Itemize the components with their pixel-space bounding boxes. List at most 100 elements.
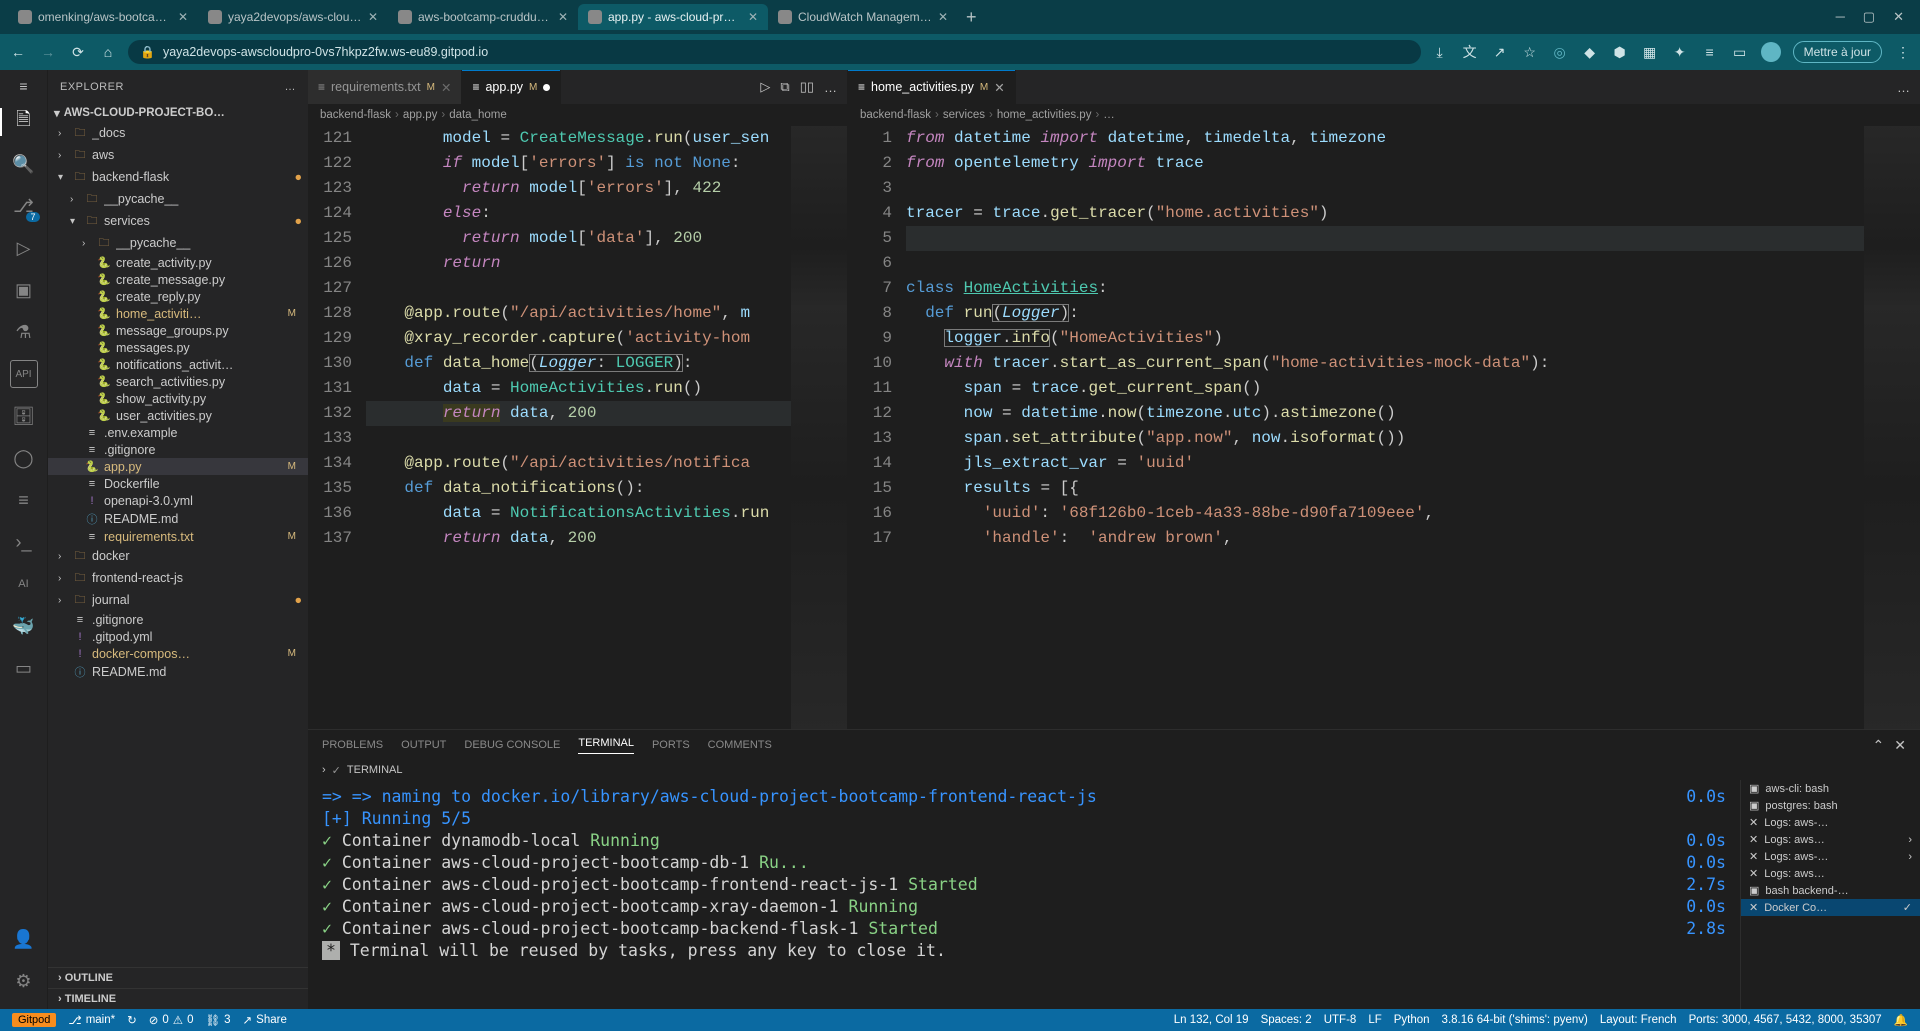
accounts-icon[interactable]: 👤 [10, 925, 38, 953]
reading-list-icon[interactable]: ≡ [1701, 44, 1719, 60]
close-icon[interactable]: ✕ [368, 10, 378, 24]
github-icon[interactable]: ◯ [10, 444, 38, 472]
file-item[interactable]: 🐍 notifications_activit… [48, 356, 308, 373]
panel-tab[interactable]: PORTS [652, 739, 690, 751]
run-icon[interactable]: ▷ [760, 79, 770, 95]
window-maximize-icon[interactable]: ▢ [1863, 9, 1875, 25]
terminal-output[interactable]: => => naming to docker.io/library/aws-cl… [308, 780, 1740, 1009]
more-tabs-icon[interactable]: … [824, 80, 837, 95]
panel-tab[interactable]: DEBUG CONSOLE [464, 739, 560, 751]
url-field[interactable]: 🔒 yaya2devops-awscloudpro-0vs7hkpz2fw.ws… [128, 40, 1421, 64]
close-icon[interactable]: ✕ [558, 10, 568, 24]
settings-icon[interactable]: ⚙ [10, 967, 38, 995]
browser-tab[interactable]: app.py - aws-cloud-project-boo… ✕ [578, 4, 768, 30]
share-icon[interactable]: ↗ [1491, 44, 1509, 61]
code-editor-right[interactable]: 1234567891011121314151617 from datetime … [848, 126, 1920, 729]
editor-tab[interactable]: ≡ requirements.txt M ✕ [308, 70, 462, 104]
gitpod-badge[interactable]: Gitpod [12, 1013, 56, 1027]
editor-tab[interactable]: ≡ home_activities.py M ✕ [848, 70, 1016, 104]
browser-tab[interactable]: aws-bootcamp-cruddur-2023/w… ✕ [388, 4, 578, 30]
breadcrumb-segment[interactable]: backend-flask [860, 109, 931, 121]
code-editor-left[interactable]: 1211221231241251261271281291301311321331… [308, 126, 847, 729]
file-item[interactable]: 🐍 user_activities.py [48, 407, 308, 424]
api-icon[interactable]: API [10, 360, 38, 388]
folder-item[interactable]: ›🗀 journal ● [48, 589, 308, 611]
sidepanel-icon[interactable]: ▭ [1731, 44, 1749, 61]
stack-icon[interactable]: ≡ [10, 486, 38, 514]
split-icon[interactable]: ⧉ [780, 79, 789, 95]
file-item[interactable]: ! docker-compos… M [48, 645, 308, 662]
profile-icon[interactable] [1761, 42, 1781, 62]
file-item[interactable]: 🐍 search_activities.py [48, 373, 308, 390]
close-icon[interactable]: ✕ [178, 10, 188, 24]
ports-count[interactable]: ⛓ 3 [200, 1013, 237, 1027]
ext4-icon[interactable]: ▦ [1641, 44, 1659, 61]
folder-item[interactable]: ›🗀 __pycache__ [48, 232, 308, 254]
menu-icon[interactable]: ⋮ [1894, 44, 1912, 61]
file-item[interactable]: 🐍 create_reply.py [48, 288, 308, 305]
outline-section[interactable]: › OUTLINE [48, 967, 308, 988]
layout-indicator[interactable]: Layout: French [1594, 1014, 1683, 1026]
terminal-item[interactable]: ✕ Docker Co… ✓ [1741, 899, 1920, 916]
file-item[interactable]: 🐍 home_activiti… M [48, 305, 308, 322]
search-icon[interactable]: 🔍 [10, 150, 38, 178]
output-icon[interactable]: ▭ [10, 654, 38, 682]
terminal-item[interactable]: ✕ Logs: aws-… [1741, 814, 1920, 831]
panel-tab[interactable]: OUTPUT [401, 739, 446, 751]
ai-icon[interactable]: AI [10, 570, 38, 598]
editor-tab[interactable]: ≡ app.py M [462, 70, 561, 104]
terminal-item[interactable]: ✕ Logs: aws… › [1741, 831, 1920, 848]
forward-icon[interactable]: → [38, 44, 58, 60]
file-item[interactable]: ≡ .gitignore [48, 611, 308, 628]
browser-tab[interactable]: yaya2devops/aws-cloud-project… ✕ [198, 4, 388, 30]
ports-list[interactable]: Ports: 3000, 4567, 5432, 8000, 35307 [1683, 1014, 1888, 1026]
hamburger-icon[interactable]: ≡ [14, 78, 34, 94]
encoding-indicator[interactable]: UTF-8 [1318, 1014, 1363, 1026]
problems-indicator[interactable]: ⊘ 0 ⚠ 0 [143, 1013, 200, 1027]
database-icon[interactable]: 🗄 [10, 402, 38, 430]
more-tabs-icon[interactable]: … [1897, 80, 1910, 95]
folder-item[interactable]: ▾🗀 backend-flask ● [48, 166, 308, 188]
install-icon[interactable]: ⤓ [1431, 44, 1449, 61]
indent-indicator[interactable]: Spaces: 2 [1255, 1014, 1318, 1026]
cli-icon[interactable]: ›_ [10, 528, 38, 556]
breadcrumb-segment[interactable]: home_activities.py [997, 109, 1092, 121]
minimap-right[interactable] [1864, 126, 1920, 729]
terminal-item[interactable]: ✕ Logs: aws… [1741, 865, 1920, 882]
file-item[interactable]: ≡ .env.example [48, 424, 308, 441]
panel-maximize-icon[interactable]: ⌃ [1873, 737, 1885, 754]
folder-item[interactable]: ›🗀 __pycache__ [48, 188, 308, 210]
cursor-position[interactable]: Ln 132, Col 19 [1168, 1014, 1255, 1026]
testing-icon[interactable]: ⚗ [10, 318, 38, 346]
panel-tab[interactable]: COMMENTS [708, 739, 772, 751]
breadcrumb-right[interactable]: backend-flask › services › home_activiti… [848, 104, 1920, 126]
breadcrumb-left[interactable]: backend-flask › app.py › data_home [308, 104, 847, 126]
folder-item[interactable]: ›🗀 frontend-react-js [48, 567, 308, 589]
file-item[interactable]: ⓘ README.md [48, 509, 308, 528]
terminal-item[interactable]: ▣ aws-cli: bash [1741, 780, 1920, 797]
window-close-icon[interactable]: ✕ [1893, 9, 1904, 25]
run-debug-icon[interactable]: ▷ [10, 234, 38, 262]
file-item[interactable]: ! .gitpod.yml [48, 628, 308, 645]
panel-close-icon[interactable]: ✕ [1894, 737, 1906, 754]
update-button[interactable]: Mettre à jour [1793, 41, 1882, 63]
file-item[interactable]: 🐍 message_groups.py [48, 322, 308, 339]
explorer-icon[interactable]: 🗎 [10, 108, 38, 136]
explorer-more-icon[interactable]: … [285, 81, 297, 93]
minimap-left[interactable] [791, 126, 847, 729]
branch-indicator[interactable]: ⎇ main* [62, 1013, 121, 1027]
file-item[interactable]: ! openapi-3.0.yml [48, 492, 308, 509]
panel-tab[interactable]: PROBLEMS [322, 739, 383, 751]
terminal-item[interactable]: ✕ Logs: aws-… › [1741, 848, 1920, 865]
terminal-item[interactable]: ▣ postgres: bash [1741, 797, 1920, 814]
ext3-icon[interactable]: ⬢ [1611, 44, 1629, 61]
home-icon[interactable]: ⌂ [98, 44, 118, 60]
close-icon[interactable]: ✕ [748, 10, 758, 24]
file-item[interactable]: ≡ requirements.txt M [48, 528, 308, 545]
breadcrumb-segment[interactable]: app.py [403, 109, 438, 121]
extensions-ide-icon[interactable]: ▣ [10, 276, 38, 304]
bookmark-icon[interactable]: ☆ [1521, 44, 1539, 61]
back-icon[interactable]: ← [8, 44, 28, 60]
ext2-icon[interactable]: ◆ [1581, 44, 1599, 61]
language-indicator[interactable]: Python [1388, 1014, 1436, 1026]
